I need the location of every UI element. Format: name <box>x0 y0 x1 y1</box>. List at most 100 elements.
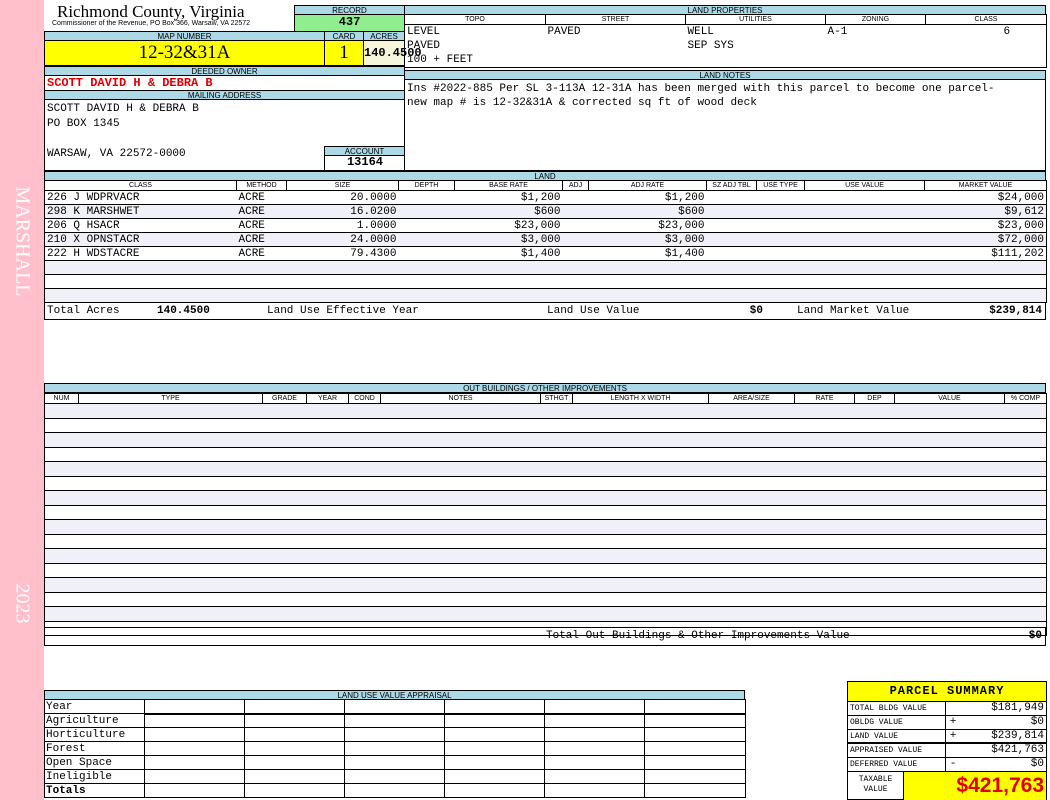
column-header: METHOD <box>236 180 287 191</box>
appraisal-cell <box>144 741 245 756</box>
land-cell <box>706 274 757 289</box>
table-row <box>44 432 1047 448</box>
appraisal-row-label: Year <box>44 699 145 714</box>
total-acres-label: Total Acres <box>47 305 120 317</box>
land-use-value-label: Land Use Value <box>547 305 640 317</box>
land-cell <box>706 288 757 303</box>
column-header: USE TYPE <box>756 180 805 191</box>
land-market-value-label: Land Market Value <box>797 305 910 317</box>
land-cell <box>804 288 925 303</box>
address-line <box>47 132 402 147</box>
acres-value: 140.4500 <box>363 40 422 66</box>
county-subtitle: Commissioner of the Revenue, PO Box 366,… <box>52 20 251 27</box>
appraisal-cell <box>344 699 445 715</box>
appraisal-cell <box>544 713 645 728</box>
land-cell: $9,612 <box>924 204 1047 219</box>
column-header: STHGT <box>540 393 573 404</box>
column-header: TOPO <box>404 14 546 25</box>
summary-row: OBLDG VALUE + $0 <box>848 716 1046 730</box>
table-row <box>44 606 1047 622</box>
sidebar: MARSHALL 2023 <box>0 0 44 800</box>
empty-cell <box>44 591 1047 607</box>
land-cell <box>562 274 589 289</box>
account-value: 13164 <box>324 155 405 171</box>
table-row <box>44 504 1047 520</box>
column-header: MARKET VALUE <box>924 180 1047 191</box>
column-header: RATE <box>794 393 855 404</box>
table-row: 210 X OPNSTACR ACRE 24.0000 $3,000 $3,000 $72… <box>44 232 1047 247</box>
land-cell <box>398 274 455 289</box>
column-header: VALUE <box>894 393 1005 404</box>
land-cell: $1,200 <box>588 190 707 205</box>
total-acres-value: 140.4500 <box>157 305 210 317</box>
empty-cell <box>44 562 1047 578</box>
empty-cell <box>44 519 1047 535</box>
land-use-appraisal-table: Year Agriculture Horticulture Forest Open Sp… <box>44 699 746 798</box>
appraisal-cell <box>544 699 645 715</box>
year-label: 2023 <box>11 583 34 624</box>
appraisal-cell <box>244 699 345 715</box>
column-header: NUM <box>44 393 79 404</box>
deeded-owner-value: SCOTT DAVID H & DEBRA B <box>44 75 405 91</box>
record-label: RECORD <box>294 5 405 15</box>
appraisal-cell <box>644 741 746 756</box>
table-row <box>44 490 1047 506</box>
table-row <box>44 519 1047 535</box>
appraisal-row: Horticulture <box>44 727 746 742</box>
appraisal-cell <box>244 713 345 728</box>
land-cell <box>562 288 589 303</box>
appraisal-row-label: Horticulture <box>44 727 145 742</box>
appraisal-cell <box>444 741 545 756</box>
land-cell <box>756 246 805 261</box>
county-title: Richmond County, Virginia <box>57 2 245 21</box>
appraisal-cell <box>144 783 245 798</box>
table-row <box>44 591 1047 607</box>
appraisal-cell <box>644 713 746 728</box>
appraisal-row: Forest <box>44 741 746 756</box>
record-box: RECORD 437 <box>294 5 405 32</box>
land-cell: ACRE <box>236 190 287 205</box>
land-cell <box>44 288 237 303</box>
land-property-cell <box>926 39 1047 53</box>
land-cell: 16.0200 <box>286 204 399 219</box>
land-cell: 222 H WDSTACRE <box>44 246 237 261</box>
land-cell <box>398 218 455 233</box>
table-row <box>44 577 1047 593</box>
appraisal-cell <box>644 769 746 784</box>
column-header: SZ ADJ TBL <box>706 180 757 191</box>
table-row <box>44 288 1047 303</box>
column-header: UTILITIES <box>685 14 826 25</box>
appraisal-cell <box>344 727 445 742</box>
land-cell: 206 Q HSACR <box>44 218 237 233</box>
column-header: NOTES <box>380 393 541 404</box>
land-cell: 24.0000 <box>286 232 399 247</box>
land-property-cell: WELL <box>687 26 714 38</box>
appraisal-cell <box>544 755 645 770</box>
column-header: USE VALUE <box>804 180 925 191</box>
land-cell <box>44 260 237 275</box>
appraisal-cell <box>444 727 545 742</box>
taxable-label: TAXABLE VALUE <box>848 772 904 800</box>
appraisal-cell <box>144 713 245 728</box>
column-header: ZONING <box>825 14 926 25</box>
land-cell <box>706 232 757 247</box>
land-cell <box>756 260 805 275</box>
land-totals-row: Total Acres 140.4500 Land Use Effective … <box>44 302 1046 320</box>
summary-label: APPRAISED VALUE <box>848 744 946 757</box>
summary-value: $239,814 <box>991 730 1044 742</box>
table-row <box>44 562 1047 578</box>
appraisal-cell <box>244 769 345 784</box>
land-cell: 20.0000 <box>286 190 399 205</box>
parcel-summary-title: PARCEL SUMMARY <box>848 682 1046 702</box>
table-row <box>44 403 1047 419</box>
appraisal-row: Year <box>44 699 746 715</box>
table-row <box>44 260 1047 275</box>
land-cell <box>454 274 563 289</box>
land-cell: $3,000 <box>454 232 563 247</box>
summary-row: APPRAISED VALUE $421,763 <box>848 744 1046 758</box>
land-cell: 210 X OPNSTACR <box>44 232 237 247</box>
land-property-cell: 100 + FEET <box>407 54 474 66</box>
land-cell <box>924 274 1047 289</box>
land-cell: $3,000 <box>588 232 707 247</box>
appraisal-row-label: Agriculture <box>44 713 145 728</box>
